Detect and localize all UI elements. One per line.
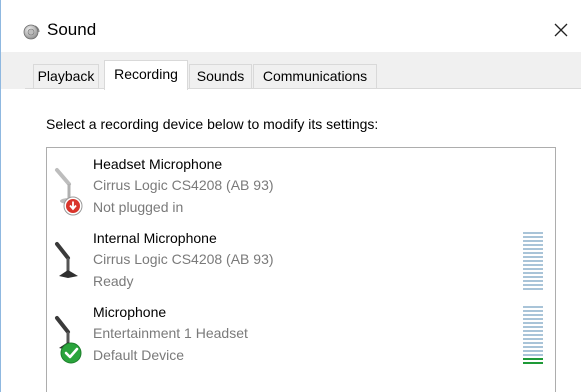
device-description: Cirrus Logic CS4208 (AB 93) (93, 177, 274, 193)
microphone-icon (51, 232, 89, 290)
tab-playback[interactable]: Playback (33, 64, 99, 88)
level-meter-segment (523, 338, 543, 340)
level-meter-segment (523, 326, 543, 328)
level-meter-segment (523, 330, 543, 332)
instruction-text: Select a recording device below to modif… (46, 116, 379, 132)
close-button[interactable] (541, 14, 581, 48)
level-meter-segment (523, 280, 543, 282)
level-meter-segment (523, 318, 543, 320)
level-meter-segment (523, 284, 543, 286)
tab-sounds[interactable]: Sounds (189, 64, 252, 88)
level-meter-segment (523, 346, 543, 348)
speaker-icon (23, 22, 41, 40)
level-meter-segment (523, 350, 543, 352)
level-meter-segment (523, 334, 543, 336)
microphone-icon (51, 158, 89, 216)
device-item-microphone[interactable]: Microphone Entertainment 1 Headset Defau… (47, 298, 555, 372)
level-meter-segment (523, 306, 543, 308)
default-checkmark-icon (60, 342, 82, 364)
tab-content: Select a recording device below to modif… (1, 89, 581, 392)
level-meter-segment (523, 314, 543, 316)
level-meter-segment (523, 272, 543, 274)
device-list[interactable]: Headset Microphone Cirrus Logic CS4208 (… (46, 147, 556, 392)
level-meter-segment (523, 362, 543, 364)
level-meter-segment (523, 264, 543, 266)
level-meter-segment (523, 342, 543, 344)
level-meter-segment (523, 236, 543, 238)
level-meter-segment (523, 232, 543, 234)
device-name: Microphone (93, 304, 167, 320)
level-meter-segment (523, 248, 543, 250)
level-meter-segment (523, 276, 543, 278)
window-title: Sound (47, 20, 97, 39)
level-meter-segment (523, 358, 543, 360)
device-description: Entertainment 1 Headset (93, 325, 248, 341)
tab-communications[interactable]: Communications (253, 64, 377, 88)
sound-dialog: Sound Playback Recording Sounds Communic… (0, 0, 581, 392)
level-meter-segment (523, 288, 543, 290)
device-status: Not plugged in (93, 199, 184, 215)
device-item-headset-microphone[interactable]: Headset Microphone Cirrus Logic CS4208 (… (47, 150, 555, 224)
level-meter (523, 232, 543, 292)
device-name: Headset Microphone (93, 156, 223, 172)
level-meter-segment (523, 268, 543, 270)
tab-recording[interactable]: Recording (104, 60, 188, 90)
close-icon (554, 23, 568, 40)
device-name: Internal Microphone (93, 230, 217, 246)
tab-strip: Playback Recording Sounds Communications (1, 52, 581, 90)
level-meter-segment (523, 240, 543, 242)
device-status: Default Device (93, 347, 185, 363)
device-item-internal-microphone[interactable]: Internal Microphone Cirrus Logic CS4208 … (47, 224, 555, 298)
level-meter-segment (523, 322, 543, 324)
title-bar: Sound (1, 0, 581, 52)
device-status: Ready (93, 273, 134, 289)
level-meter-segment (523, 310, 543, 312)
level-meter (523, 306, 543, 366)
level-meter-segment (523, 260, 543, 262)
level-meter-segment (523, 252, 543, 254)
level-meter-segment (523, 244, 543, 246)
device-description: Cirrus Logic CS4208 (AB 93) (93, 251, 274, 267)
level-meter-segment (523, 354, 543, 356)
level-meter-segment (523, 256, 543, 258)
microphone-icon (51, 306, 89, 364)
